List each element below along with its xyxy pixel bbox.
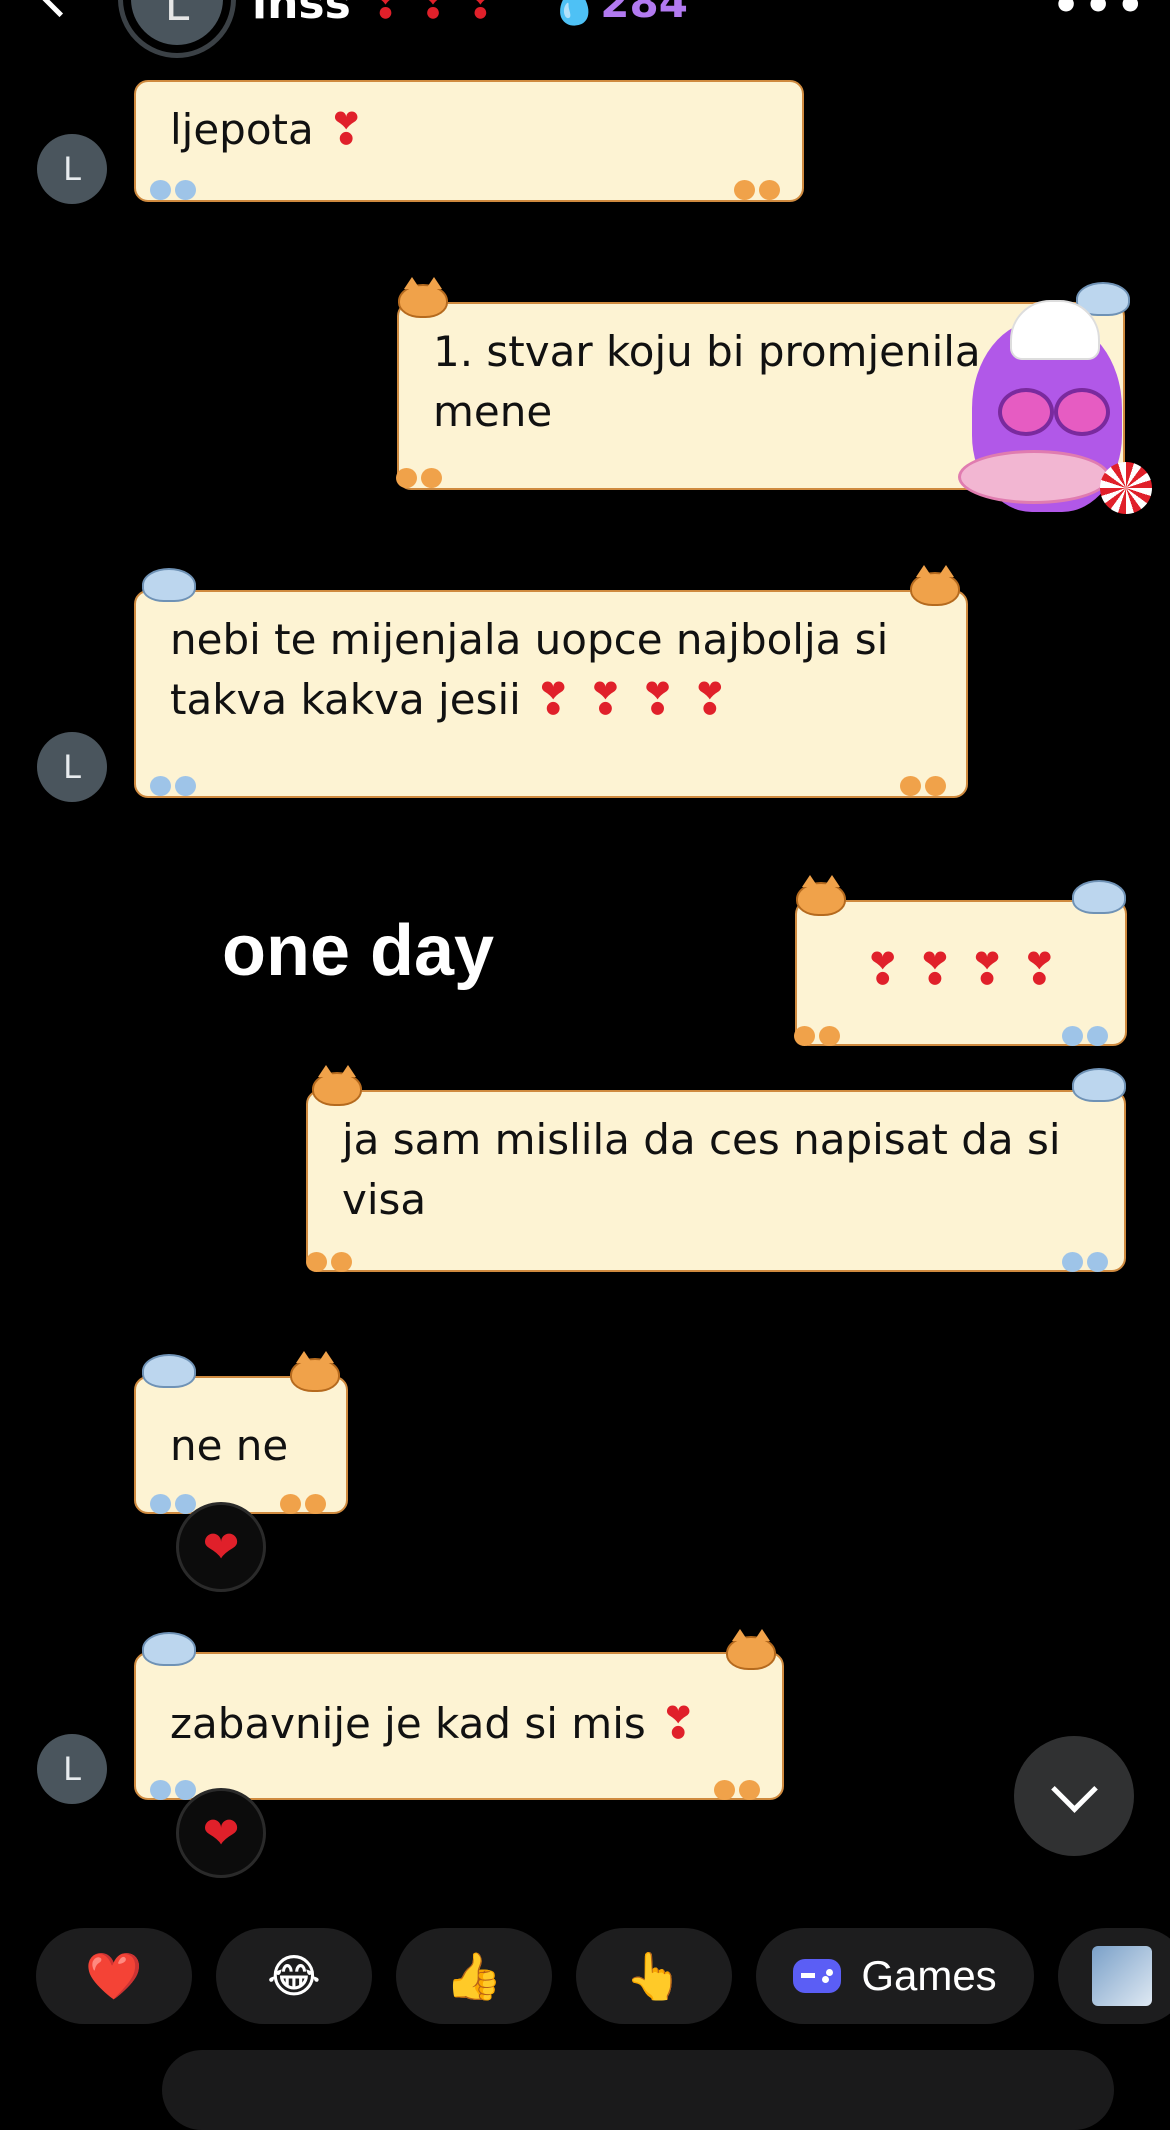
cat-decoration xyxy=(290,1351,340,1392)
sender-avatar[interactable]: L xyxy=(37,1734,107,1804)
message-composer[interactable] xyxy=(162,2050,1114,2130)
paw-decoration xyxy=(714,1780,760,1800)
paw-decoration xyxy=(150,180,196,200)
streak-count: 284 xyxy=(600,0,688,27)
message-bubble-received[interactable]: ljepota ❣ xyxy=(134,80,804,202)
cat-decoration xyxy=(910,565,960,606)
photo-suggestion-button[interactable] xyxy=(1058,1928,1170,2024)
dog-decoration xyxy=(142,1632,196,1666)
chevron-down-icon xyxy=(1050,1765,1098,1813)
donut-float-sticker-part xyxy=(958,450,1110,504)
cat-decoration xyxy=(312,1065,362,1106)
scroll-to-bottom-button[interactable] xyxy=(1014,1736,1134,1856)
back-arrow-icon[interactable] xyxy=(31,0,88,18)
message-bubble-received[interactable]: nebi te mijenjala uopce najbolja si takv… xyxy=(134,590,968,798)
message-bubble-received[interactable]: zabavnije je kad si mis ❣ xyxy=(134,1652,784,1800)
paw-decoration xyxy=(396,468,442,488)
cat-decoration xyxy=(398,277,448,318)
header-avatar-initial: L xyxy=(131,0,223,45)
message-text-line: takva kakva jesii ❣ ❣ ❣ ❣ xyxy=(170,674,729,725)
message-bubble-sent[interactable]: ja sam mislila da ces napisat da si visa xyxy=(306,1090,1126,1272)
contact-name-decoration: ❣ ❣ ❣ xyxy=(368,0,498,28)
dog-decoration xyxy=(1072,1068,1126,1102)
dog-decoration xyxy=(142,1354,196,1388)
sender-avatar[interactable]: L xyxy=(37,134,107,204)
quick-reaction-thumbs-up[interactable]: 👍 xyxy=(396,1928,552,2024)
quick-reaction-heart[interactable]: ❤️ xyxy=(36,1928,192,2024)
paw-decoration xyxy=(150,1494,196,1514)
heart-glasses-right xyxy=(1054,388,1110,436)
quick-reaction-laugh[interactable]: 😂 xyxy=(216,1928,372,2024)
dog-decoration xyxy=(1072,880,1126,914)
overlay-caption: one day xyxy=(222,911,495,991)
heart-reaction[interactable]: ❤ xyxy=(176,1788,266,1878)
message-text: zabavnije je kad si mis ❣ xyxy=(170,1698,697,1749)
games-label: Games xyxy=(861,1952,997,1999)
streak-counter: 💧284 xyxy=(548,0,688,28)
message-text-line: nebi te mijenjala uopce najbolja si xyxy=(170,615,889,664)
message-emoji: ❣ ❣ ❣ ❣ xyxy=(864,944,1058,995)
contact-name[interactable]: inss ❣ ❣ ❣ xyxy=(252,0,497,29)
candy-ball-sticker-part xyxy=(1100,462,1152,514)
heart-glasses-left xyxy=(998,388,1054,436)
paw-decoration xyxy=(794,1026,840,1046)
paw-decoration xyxy=(1062,1252,1108,1272)
cat-decoration xyxy=(796,875,846,916)
paw-decoration xyxy=(280,1494,326,1514)
games-button[interactable]: Games xyxy=(756,1928,1034,2024)
quick-reaction-point-up[interactable]: 👆 xyxy=(576,1928,732,2024)
contact-name-text: inss xyxy=(252,0,351,29)
message-bubble-sent[interactable]: ❣ ❣ ❣ ❣ xyxy=(795,900,1127,1046)
paw-decoration xyxy=(306,1252,352,1272)
message-text-line: visa xyxy=(342,1175,427,1224)
heart-reaction[interactable]: ❤ xyxy=(176,1502,266,1592)
paw-decoration xyxy=(900,776,946,796)
paw-decoration xyxy=(734,180,780,200)
message-text: ljepota ❣ xyxy=(170,104,365,155)
paw-decoration xyxy=(1062,1026,1108,1046)
paw-decoration xyxy=(150,776,196,796)
message-text-line: ja sam mislila da ces napisat da si xyxy=(342,1115,1061,1164)
more-options-icon[interactable]: ••• xyxy=(1052,0,1148,31)
sender-avatar[interactable]: L xyxy=(37,732,107,802)
dog-decoration xyxy=(142,568,196,602)
gamepad-icon xyxy=(793,1959,842,1993)
cat-decoration xyxy=(726,1629,776,1670)
paw-decoration xyxy=(150,1780,196,1800)
photo-thumbnail xyxy=(1092,1946,1152,2006)
message-text: ne ne xyxy=(170,1421,289,1470)
flame-icon: 💧 xyxy=(548,0,601,27)
header-avatar[interactable]: L xyxy=(118,0,236,58)
